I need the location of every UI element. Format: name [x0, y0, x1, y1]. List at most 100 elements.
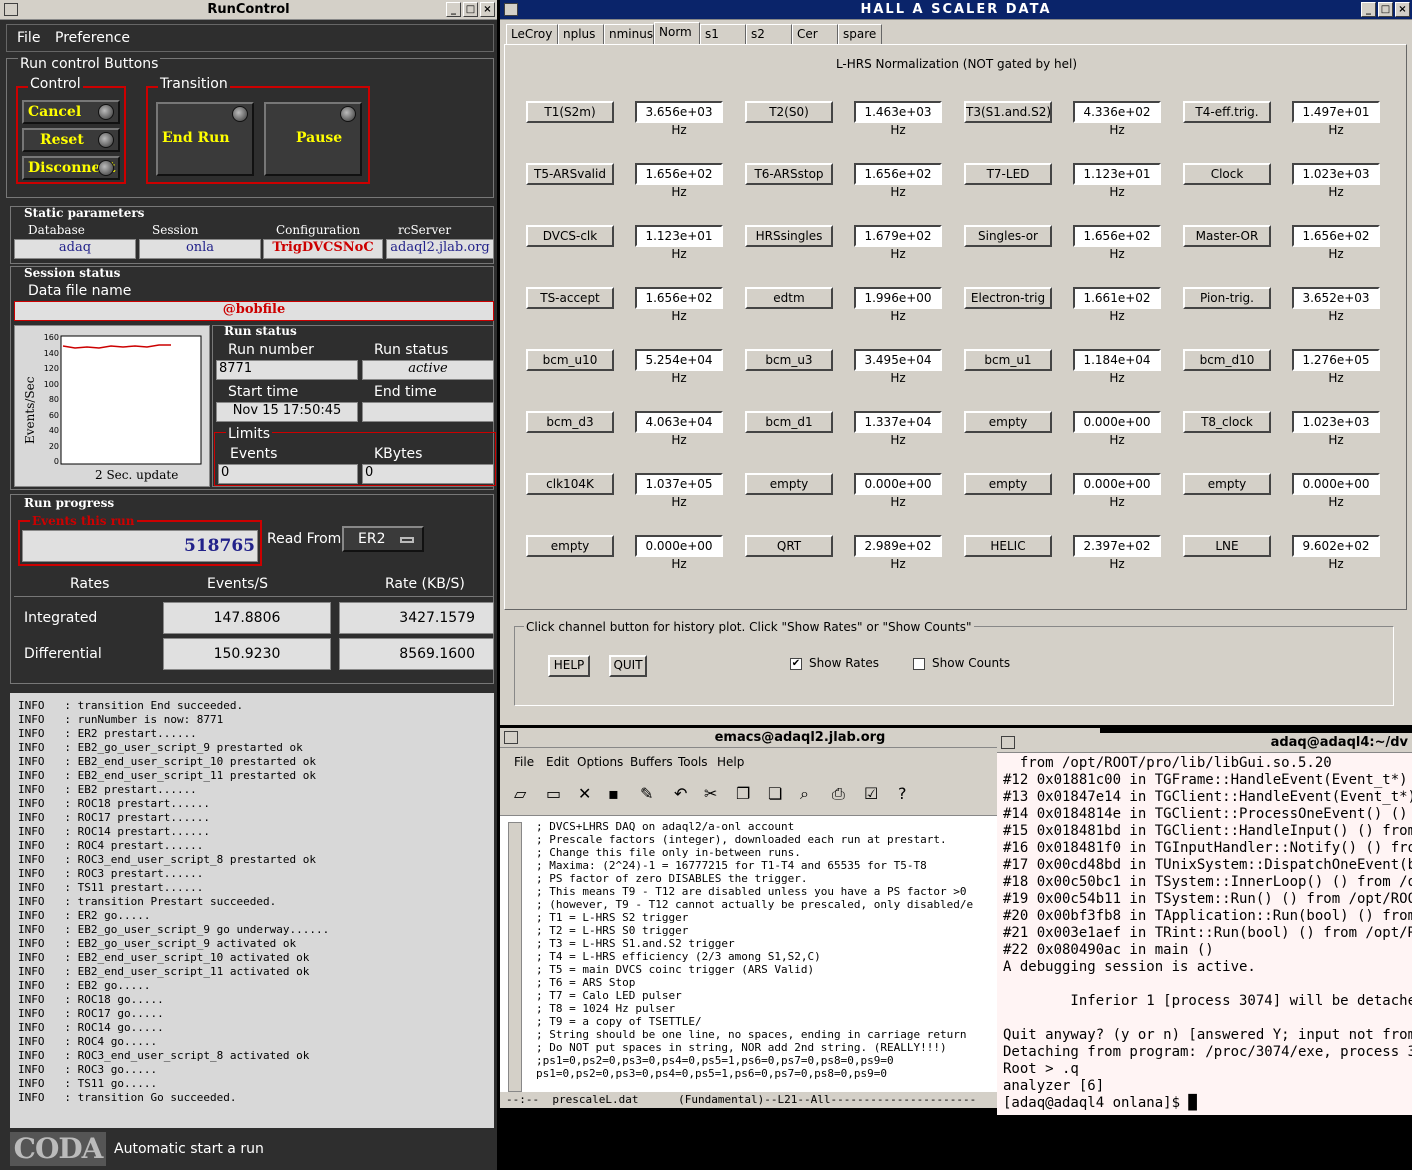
tab-spare[interactable]: spare: [838, 24, 882, 44]
channel-button[interactable]: HRSsingles: [745, 225, 833, 247]
channel-button[interactable]: T5-ARSvalid: [526, 163, 614, 185]
channel-button[interactable]: HELIC: [964, 535, 1052, 557]
copy-icon[interactable]: ❐: [736, 784, 750, 803]
tab-s2[interactable]: s2: [746, 24, 792, 44]
channel-button[interactable]: T1(S2m): [526, 101, 614, 123]
channel-button[interactable]: T6-ARSstop: [745, 163, 833, 185]
terminal-output[interactable]: from /opt/ROOT/pro/lib/libGui.so.5.20 #12…: [1003, 755, 1412, 1112]
channel-button[interactable]: T3(S1.and.S2): [964, 101, 1052, 123]
run-number-label: Run number: [228, 342, 314, 358]
channel-button[interactable]: Electron-trig: [964, 287, 1052, 309]
channel-button[interactable]: empty: [526, 535, 614, 557]
channel-button[interactable]: clk104K: [526, 473, 614, 495]
terminal-line: analyzer [6]: [1003, 1078, 1105, 1094]
cut-icon[interactable]: ✂: [704, 784, 717, 803]
read-from-select[interactable]: ER2: [342, 526, 424, 552]
window-menu-icon[interactable]: [504, 731, 518, 744]
channel-button[interactable]: bcm_u3: [745, 349, 833, 371]
show-counts-checkbox[interactable]: [913, 658, 925, 670]
save-as-icon[interactable]: ✎: [640, 784, 653, 803]
emacs-menu-tools[interactable]: Tools: [678, 755, 708, 769]
log-line: INFO : ROC3_end_user_script_8 prestarted…: [18, 853, 317, 866]
channel-button[interactable]: Clock: [1183, 163, 1271, 185]
preferences-icon[interactable]: ☑: [864, 784, 878, 803]
emacs-menu-buffers[interactable]: Buffers: [630, 755, 673, 769]
minimize-icon[interactable]: _: [1361, 2, 1376, 17]
undo-icon[interactable]: ↶: [674, 784, 687, 803]
window-menu-icon[interactable]: [4, 3, 18, 16]
tab-lecroy[interactable]: LeCroy: [506, 24, 558, 44]
channel-button[interactable]: empty: [745, 473, 833, 495]
menu-file[interactable]: File: [17, 30, 40, 46]
tab-nminus[interactable]: nminus: [604, 24, 654, 44]
terminal-titlebar[interactable]: adaq@adaql4:~/dv: [997, 733, 1412, 753]
channel-button[interactable]: empty: [1183, 473, 1271, 495]
close-buffer-icon[interactable]: ✕: [578, 784, 591, 803]
emacs-menu-edit[interactable]: Edit: [546, 755, 569, 769]
help-icon[interactable]: ?: [898, 784, 907, 803]
tab-norm[interactable]: Norm: [654, 22, 700, 45]
channel-button[interactable]: Pion-trig.: [1183, 287, 1271, 309]
emacs-buffer[interactable]: ; DVCS+LHRS DAQ on adaql2/a-onl account;…: [536, 820, 973, 1080]
channel-button[interactable]: bcm_d3: [526, 411, 614, 433]
tab-nplus[interactable]: nplus: [558, 24, 604, 44]
emacs-menu-file[interactable]: File: [514, 755, 534, 769]
tab-s1[interactable]: s1: [700, 24, 746, 44]
channel-button[interactable]: DVCS-clk: [526, 225, 614, 247]
channel-rate-value: 2.397e+02 Hz: [1073, 535, 1161, 571]
kbytes-limit-input[interactable]: 0: [362, 464, 494, 484]
show-rates-checkbox[interactable]: ✔: [790, 658, 802, 670]
channel-button[interactable]: Singles-or: [964, 225, 1052, 247]
quit-button[interactable]: QUIT: [609, 655, 647, 677]
channel-button[interactable]: Master-OR: [1183, 225, 1271, 247]
maximize-icon[interactable]: □: [1378, 2, 1393, 17]
scaler-titlebar[interactable]: HALL A SCALER DATA _ □ ×: [500, 0, 1412, 20]
window-menu-icon[interactable]: [1001, 736, 1015, 749]
paste-icon[interactable]: ❏: [768, 784, 782, 803]
channel-button[interactable]: edtm: [745, 287, 833, 309]
message-log[interactable]: INFO : transition End succeeded. INFO : r…: [10, 693, 494, 1128]
log-line: INFO : ROC4 prestart......: [18, 839, 204, 852]
terminal-line: Detaching from program: /proc/3074/exe, …: [1003, 1044, 1412, 1060]
print-icon[interactable]: ⎙: [832, 784, 845, 804]
channel-button[interactable]: QRT: [745, 535, 833, 557]
menu-preference[interactable]: Preference: [55, 30, 130, 46]
channel-button[interactable]: empty: [964, 473, 1052, 495]
channel-rate-value: 1.656e+02 Hz: [635, 287, 723, 323]
maximize-icon[interactable]: □: [463, 2, 478, 17]
channel-rate-value: 1.023e+03 Hz: [1292, 411, 1380, 447]
emacs-menu-help[interactable]: Help: [717, 755, 744, 769]
channel-button[interactable]: T7-LED: [964, 163, 1052, 185]
save-icon[interactable]: ▪: [608, 784, 619, 803]
emacs-menu-options[interactable]: Options: [577, 755, 623, 769]
channel-button[interactable]: T4-eff.trig.: [1183, 101, 1271, 123]
emacs-scrollbar[interactable]: [508, 822, 522, 1092]
help-button[interactable]: HELP: [548, 655, 590, 677]
runcontrol-titlebar[interactable]: RunControl _ □ ×: [0, 0, 497, 20]
channel-button[interactable]: bcm_u1: [964, 349, 1052, 371]
channel-button[interactable]: empty: [964, 411, 1052, 433]
tab-cer[interactable]: Cer: [792, 24, 838, 44]
channel-button[interactable]: T2(S0): [745, 101, 833, 123]
channel-button[interactable]: TS-accept: [526, 287, 614, 309]
terminal-line: #14 0x0184814e in TGClient::ProcessOneEv…: [1003, 806, 1412, 822]
open-folder-icon[interactable]: ▭: [546, 784, 561, 803]
close-icon[interactable]: ×: [480, 2, 495, 17]
channel-button[interactable]: bcm_d10: [1183, 349, 1271, 371]
close-icon[interactable]: ×: [1395, 2, 1410, 17]
log-line: INFO : EB2_go_user_script_9 go underway.…: [18, 923, 330, 936]
configuration-label: Configuration: [276, 223, 361, 237]
channel-button[interactable]: bcm_u10: [526, 349, 614, 371]
window-menu-icon[interactable]: [504, 3, 518, 16]
channel-button[interactable]: bcm_d1: [745, 411, 833, 433]
channel-button[interactable]: T8_clock: [1183, 411, 1271, 433]
terminal-line: #15 0x018481bd in TGClient::HandleInput(…: [1003, 823, 1412, 839]
search-icon[interactable]: ⌕: [800, 784, 809, 804]
channel-button[interactable]: LNE: [1183, 535, 1271, 557]
buffer-line: ; T8 = 1024 Hz pulser: [536, 1002, 676, 1015]
new-file-icon[interactable]: ▱: [514, 784, 526, 803]
minimize-icon[interactable]: _: [446, 2, 461, 17]
events-limit-input[interactable]: 0: [218, 464, 358, 484]
